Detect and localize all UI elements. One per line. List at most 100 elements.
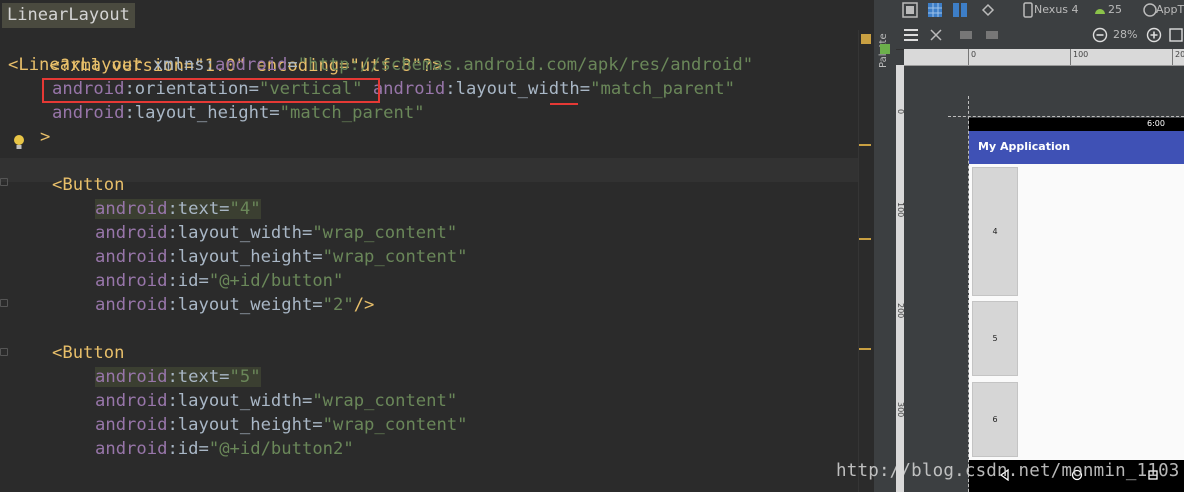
attr-name: :layout_width= [167,391,313,411]
horizontal-ruler: 0 100 200 [904,49,1184,66]
android-api-icon[interactable] [1092,2,1108,18]
layout-design-panel[interactable]: Nexus 4 25 AppT 28% 0 100 200 0 100 200 … [896,0,1184,492]
attr-value: "match_parent" [279,103,425,123]
ruler-label: 100 [1073,50,1089,59]
attr-value: "5" [229,367,261,387]
attr-ns: android [95,247,168,267]
code-line-b2-id[interactable]: android:id="@+id/button2" [95,437,354,461]
code-line-b1-id[interactable]: android:id="@+id/button" [95,269,343,293]
orientation-highlight-box [42,78,380,103]
code-line-button2[interactable]: <Button [52,341,124,365]
tag-button: <Button [52,343,125,363]
theme-selector[interactable]: AppT [1156,2,1184,18]
attr-eq: = [287,55,298,75]
attr-ns: android [95,439,168,459]
app-title: My Application [978,140,1071,153]
ruler-label: 300 [896,402,905,418]
preview-button-5[interactable]: 5 [972,301,1018,376]
ruler-tick [1070,49,1071,65]
code-line-b1-text[interactable]: android:text="4" [95,197,261,221]
attr-name: :layout_width= [445,79,591,99]
attr-ns: android [214,55,288,75]
ruler-label: 200 [896,303,905,319]
attr-ns: android [95,223,168,243]
attr-value: "wrap_content" [322,415,468,435]
blueprint-view-icon[interactable] [927,2,943,18]
code-line-b1-height[interactable]: android:layout_height="wrap_content" [95,245,468,269]
attr-value: "@+id/button" [208,271,344,291]
attr-ns: android [372,79,446,99]
preview-button-4[interactable]: 4 [972,167,1018,296]
attr-name: :layout_height= [167,247,323,267]
warning-marker[interactable] [859,238,871,240]
design-toolbar-second: 28% [896,22,1184,50]
attr-ns: android [52,103,125,123]
margin-icon[interactable] [958,27,974,43]
breadcrumb[interactable]: LinearLayout [2,3,135,28]
attr-value: "wrap_content" [312,223,458,243]
status-bar: 6:00 [969,118,1184,131]
code-line-1[interactable]: <?xml version="1.0" encoding="utf-8"?> [8,30,442,76]
zoom-level: 28% [1113,28,1138,41]
code-line-5[interactable]: > [40,125,50,149]
align-icon[interactable] [984,27,1000,43]
attr-ns: android [95,199,168,219]
attr-ns: android [95,367,168,387]
app-bar: My Application [969,131,1184,164]
attr-value: "4" [229,199,261,219]
code-line-2[interactable]: <LinearLayout xmlns:android="http://sche… [8,53,753,77]
attr-ns: android [95,295,168,315]
tag-self-close: /> [353,295,375,315]
attr-name: :id= [167,271,209,291]
code-line-b2-text[interactable]: android:text="5" [95,365,261,389]
attr-name: :layout_height= [167,415,323,435]
split-view-icon[interactable] [952,2,968,18]
api-level-selector[interactable]: 25 [1108,2,1122,18]
preview-button-6[interactable]: 6 [972,382,1018,457]
layers-icon[interactable] [903,27,919,43]
code-line-b2-height[interactable]: android:layout_height="wrap_content" [95,413,468,437]
attr-name: :id= [167,439,209,459]
tag-button: <Button [52,175,125,195]
fold-icon[interactable] [0,178,8,186]
attr-value: "@+id/button2" [208,439,354,459]
palette-tool-strip[interactable]: Palette [873,0,897,492]
tag-close-bracket: > [40,127,51,147]
palette-label[interactable]: Palette [878,8,892,68]
warning-indicator-icon[interactable] [861,34,871,44]
attr-ns: android [95,415,168,435]
fold-icon[interactable] [0,299,8,307]
attr-value: "wrap_content" [312,391,458,411]
attr-value: "http://schemas.android.com/apk/res/andr… [297,55,754,75]
constraints-icon[interactable] [928,27,944,43]
code-line-b2-width[interactable]: android:layout_width="wrap_content" [95,389,457,413]
editor-scrollbar[interactable] [858,30,873,492]
code-line-b1-width[interactable]: android:layout_width="wrap_content" [95,221,457,245]
current-line-highlight [0,158,858,182]
design-view-icon[interactable] [902,2,918,18]
tag-open: <LinearLayout [8,55,143,75]
fold-icon[interactable] [0,348,8,356]
vertical-ruler: 0 100 200 300 [896,65,905,492]
guide-line [948,116,1184,117]
device-selector[interactable]: Nexus 4 [1034,2,1079,18]
warning-marker[interactable] [859,144,871,146]
code-line-b1-weight[interactable]: android:layout_weight="2"/> [95,293,374,317]
attr-name: :layout_weight= [167,295,323,315]
attr-ns: android [95,271,168,291]
xml-code-editor[interactable]: LinearLayout <?xml version="1.0" encodin… [0,0,873,492]
zoom-out-icon[interactable] [1092,27,1108,43]
code-line-button1[interactable]: <Button [52,173,124,197]
orientation-icon[interactable] [980,2,996,18]
device-preview[interactable]: 6:00 My Application 4 5 6 [969,118,1184,492]
code-line-4[interactable]: android:layout_height="match_parent" [52,101,425,125]
warning-marker[interactable] [859,348,871,350]
ruler-label: 0 [971,50,977,59]
ruler-label: 100 [896,202,905,218]
zoom-in-icon[interactable] [1146,27,1162,43]
attr-name: :layout_height= [124,103,280,123]
zoom-fit-icon[interactable] [1168,27,1184,43]
lightbulb-icon[interactable] [12,133,26,153]
attr-name: :text= [167,367,230,387]
palette-icon[interactable] [880,44,890,54]
